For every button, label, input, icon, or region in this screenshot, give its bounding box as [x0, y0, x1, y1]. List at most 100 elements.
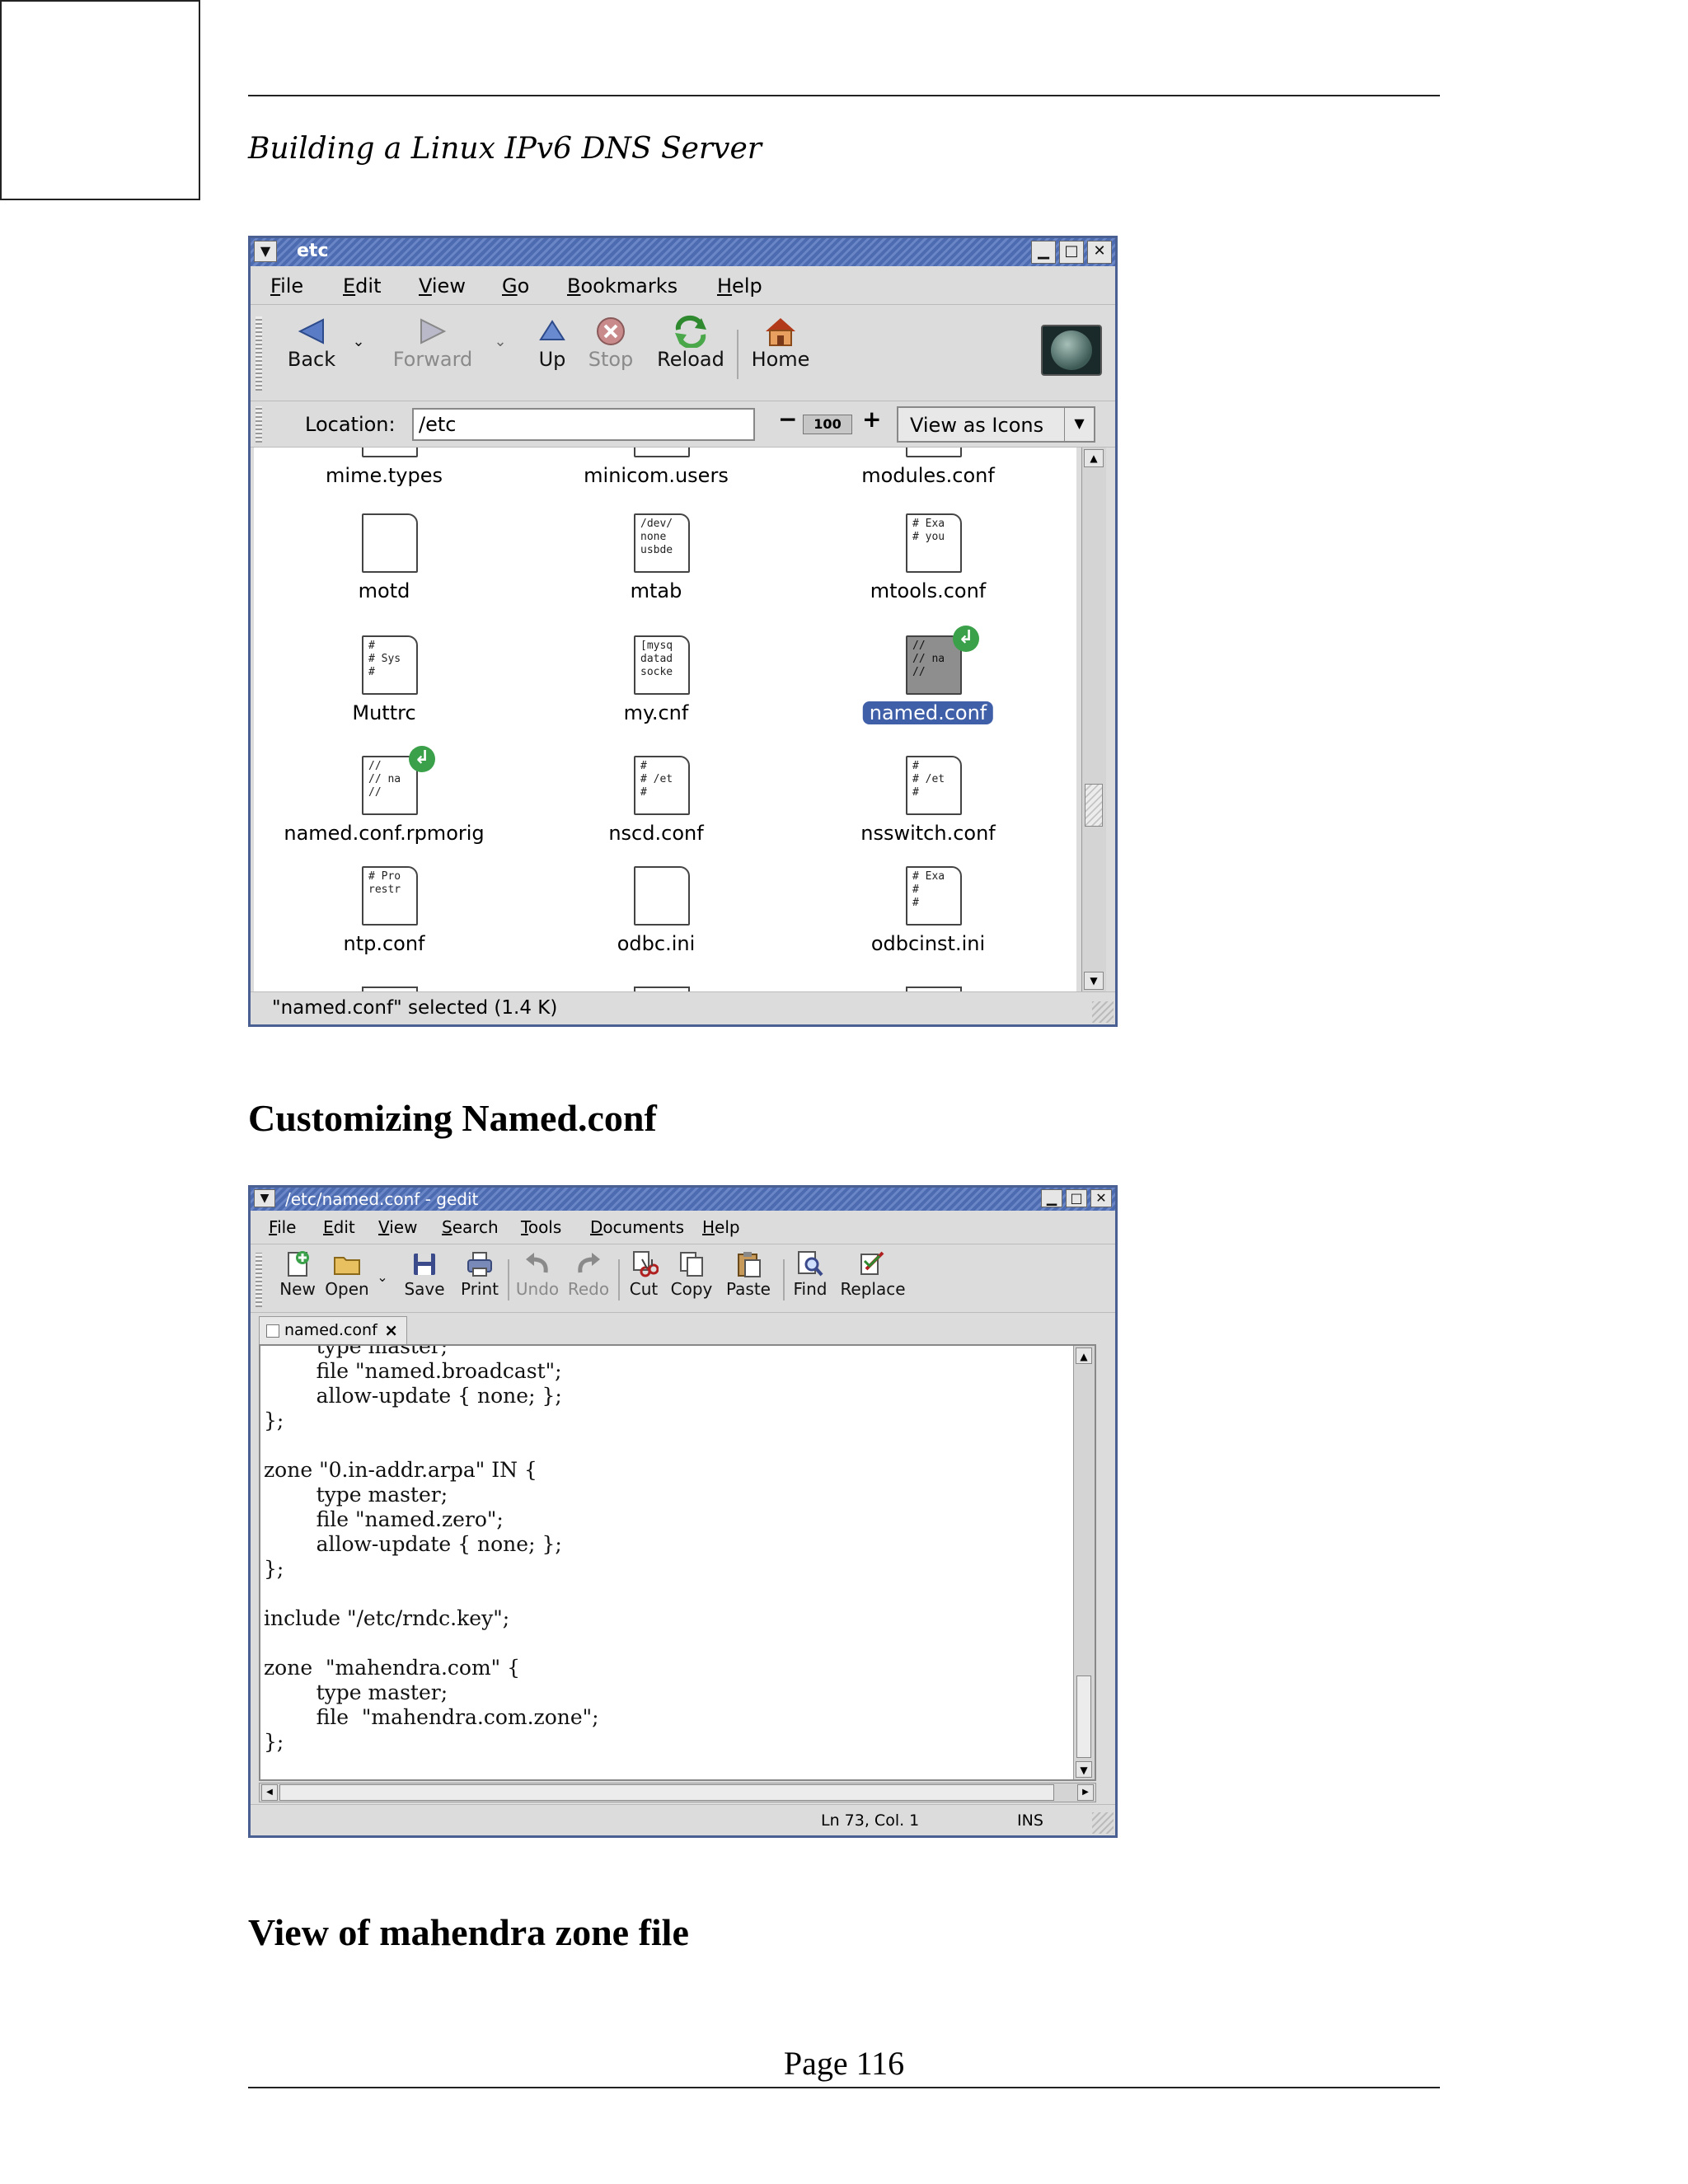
file-item[interactable]: # # /et # nsswitch.conf — [796, 756, 1060, 871]
file-item[interactable]: // // na //↲ named.conf.rpmorig — [254, 746, 516, 871]
menu-edit[interactable]: Edit — [343, 274, 381, 298]
up-button[interactable]: Up — [528, 315, 577, 371]
find-button[interactable]: Find — [788, 1249, 832, 1299]
text-file-icon: # Pro restr — [362, 866, 418, 926]
close-tab-icon[interactable]: × — [384, 1320, 398, 1340]
scrollbar-thumb[interactable] — [279, 1784, 1054, 1801]
cursor-position: Ln 73, Col. 1 — [821, 1811, 920, 1830]
view-as-value: View as Icons — [910, 414, 1044, 437]
menu-documents[interactable]: Documents — [590, 1217, 684, 1237]
forward-history-dropdown[interactable]: ⌄ — [490, 333, 511, 350]
file-name: motd — [358, 579, 410, 602]
file-item[interactable]: # # /et # nscd.conf — [524, 756, 788, 871]
scrollbar-thumb[interactable] — [1076, 1675, 1091, 1758]
horizontal-scrollbar[interactable]: ◀ ▶ — [259, 1783, 1096, 1802]
reload-button[interactable]: Reload — [651, 315, 730, 371]
vertical-scrollbar[interactable]: ▲ ▼ — [1073, 1346, 1095, 1779]
scroll-down-icon[interactable]: ▼ — [1084, 972, 1104, 990]
maximize-icon[interactable]: □ — [1059, 241, 1084, 264]
file-item[interactable]: [mysq datad socke my.cnf — [524, 635, 788, 751]
toolbar-grip[interactable] — [256, 316, 262, 391]
undo-button[interactable]: Undo — [513, 1249, 562, 1299]
zoom-out-icon[interactable]: − — [778, 405, 797, 433]
replace-button[interactable]: Replace — [836, 1249, 910, 1299]
close-icon[interactable]: ✕ — [1090, 1189, 1112, 1207]
zoom-level: 100 — [803, 415, 852, 434]
file-item[interactable]: # # Sys # Muttrc — [254, 635, 516, 751]
back-button[interactable]: Back — [279, 315, 345, 371]
close-icon[interactable]: ✕ — [1087, 241, 1112, 264]
scroll-up-icon[interactable]: ▲ — [1084, 449, 1104, 467]
file-item[interactable]: # Thi mime.types — [254, 448, 516, 513]
menu-bookmarks[interactable]: Bookmarks — [567, 274, 678, 298]
scroll-down-icon[interactable]: ▼ — [1076, 1761, 1092, 1778]
file-item[interactable]: # Exa # # odbcinst.ini — [796, 866, 1060, 982]
save-button[interactable]: Save — [399, 1249, 450, 1299]
new-button[interactable]: New — [275, 1249, 320, 1299]
tab-named-conf[interactable]: named.conf × — [259, 1316, 407, 1344]
paste-clipboard-icon — [738, 1252, 761, 1277]
menu-file[interactable]: File — [270, 274, 303, 298]
file-item[interactable]: # Exa # you mtools.conf — [796, 513, 1060, 629]
text-editor-area[interactable]: type master; file "named.broadcast"; all… — [259, 1344, 1096, 1781]
text-file-icon: # # Sys # — [362, 635, 418, 695]
resize-grip[interactable] — [1092, 1001, 1114, 1023]
copy-button[interactable]: Copy — [668, 1249, 715, 1299]
text-file-icon: # Thi — [362, 448, 418, 457]
text-file-icon: [mysq datad socke — [634, 635, 690, 695]
menu-go[interactable]: Go — [502, 274, 529, 298]
menu-help[interactable]: Help — [717, 274, 762, 298]
scroll-up-icon[interactable]: ▲ — [1076, 1347, 1092, 1364]
location-input[interactable]: /etc — [412, 408, 755, 441]
editor-titlebar[interactable]: ▼ /etc/named.conf - gedit ▁ □ ✕ — [251, 1188, 1115, 1211]
window-menu-icon[interactable]: ▼ — [254, 241, 277, 262]
file-browser-titlebar[interactable]: ▼ etc ▁ □ ✕ — [251, 238, 1115, 266]
view-as-select[interactable]: View as Icons ▼ — [897, 406, 1095, 443]
printer-icon — [467, 1252, 492, 1277]
file-name: Muttrc — [352, 701, 416, 724]
file-item[interactable]: post-modules.conf — [796, 448, 1060, 513]
file-item[interactable]: motd — [254, 513, 516, 629]
window-menu-icon[interactable]: ▼ — [254, 1189, 275, 1207]
back-history-dropdown[interactable]: ⌄ — [348, 333, 369, 350]
file-item[interactable]: odbc.ini — [524, 866, 788, 982]
text-file-icon: # # /et # — [906, 756, 962, 815]
maximize-icon[interactable]: □ — [1066, 1189, 1087, 1207]
file-item[interactable]: /dev/ none usbde mtab — [524, 513, 788, 629]
paste-button[interactable]: Paste — [720, 1249, 776, 1299]
vertical-scrollbar[interactable]: ▲ ▼ — [1081, 448, 1106, 991]
cut-button[interactable]: Cut — [623, 1249, 664, 1299]
file-item[interactable]: # minicom.users — [524, 448, 788, 513]
window-title: etc — [297, 241, 329, 261]
print-button[interactable]: Print — [457, 1249, 503, 1299]
menu-file[interactable]: File — [269, 1217, 296, 1237]
forward-button[interactable]: Forward — [387, 315, 478, 371]
file-name: ntp.conf — [343, 932, 425, 955]
file-item[interactable]: # Pro restr ntp.conf — [254, 866, 516, 982]
menu-view[interactable]: View — [378, 1217, 417, 1237]
open-button[interactable]: Open — [321, 1249, 373, 1299]
text-file-icon: # Exa # # — [906, 866, 962, 926]
redo-button[interactable]: Redo — [564, 1249, 613, 1299]
scroll-left-icon[interactable]: ◀ — [261, 1784, 278, 1801]
stop-button[interactable]: Stop — [582, 315, 640, 371]
minimize-icon[interactable]: ▁ — [1031, 241, 1056, 264]
minimize-icon[interactable]: ▁ — [1041, 1189, 1062, 1207]
zoom-in-icon[interactable]: + — [862, 405, 881, 433]
home-button[interactable]: Home — [745, 315, 816, 371]
corner-box — [0, 0, 200, 200]
menu-tools[interactable]: Tools — [521, 1217, 561, 1237]
open-recent-dropdown[interactable]: ⌄ — [374, 1269, 391, 1285]
scroll-right-icon[interactable]: ▶ — [1077, 1784, 1094, 1801]
resize-grip[interactable] — [1092, 1812, 1114, 1834]
menu-search[interactable]: Search — [442, 1217, 499, 1237]
scrollbar-thumb[interactable] — [1085, 784, 1103, 827]
menu-view[interactable]: View — [419, 274, 466, 298]
file-name: nsswitch.conf — [860, 822, 996, 845]
tab-label: named.conf — [284, 1321, 377, 1339]
file-item[interactable]: // // na //↲ named.conf — [796, 626, 1060, 751]
menu-edit[interactable]: Edit — [323, 1217, 355, 1237]
location-grip[interactable] — [256, 406, 262, 443]
toolbar-grip[interactable] — [256, 1253, 262, 1307]
menu-help[interactable]: Help — [702, 1217, 740, 1237]
